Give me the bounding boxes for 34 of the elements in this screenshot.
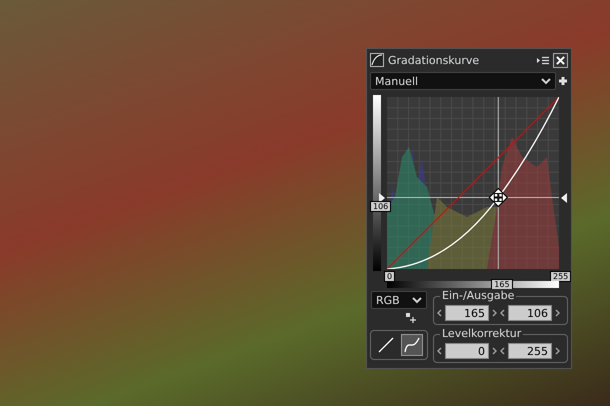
output-left-marker-icon[interactable] [379,192,385,202]
minimum-input-handle[interactable]: 0 [384,271,396,282]
channel-dropdown[interactable]: RGB [371,291,427,309]
caret-icon [412,296,422,304]
output-right-marker-icon[interactable] [561,192,567,202]
close-icon [556,56,565,64]
maximum-input-handle[interactable]: 255 [550,271,572,282]
curve-point-handle[interactable] [488,188,508,208]
curve-mode-button[interactable] [401,334,423,356]
preset-dropdown[interactable]: Manuell [370,72,556,90]
group-label: Levelkorrektur [440,327,524,340]
menu-icon[interactable] [537,56,549,64]
increment-icon[interactable] [555,309,560,317]
number-field[interactable]: 255 [508,343,552,359]
number-field[interactable]: 0 [445,343,489,359]
increment-icon[interactable] [492,347,497,355]
close-button[interactable] [553,52,568,68]
curve-graph[interactable] [387,97,559,269]
output-marker-label: 106 [370,200,392,212]
curve-icon [370,53,384,67]
increment-icon[interactable] [492,309,497,317]
add-icon[interactable] [558,76,568,86]
window-title: Gradationskurve [388,54,480,66]
decrement-icon[interactable] [500,309,505,317]
increment-icon[interactable] [555,347,560,355]
decrement-icon[interactable] [500,347,505,355]
add-point-icon[interactable] [406,313,416,323]
number-field[interactable]: 106 [508,305,552,321]
input-marker-label: 165 [491,279,513,290]
decrement-icon[interactable] [437,309,442,317]
group-label: Ein-/Ausgabe [440,289,516,302]
number-field[interactable]: 165 [445,305,489,321]
caret-icon [541,78,551,84]
decrement-icon[interactable] [437,347,442,355]
